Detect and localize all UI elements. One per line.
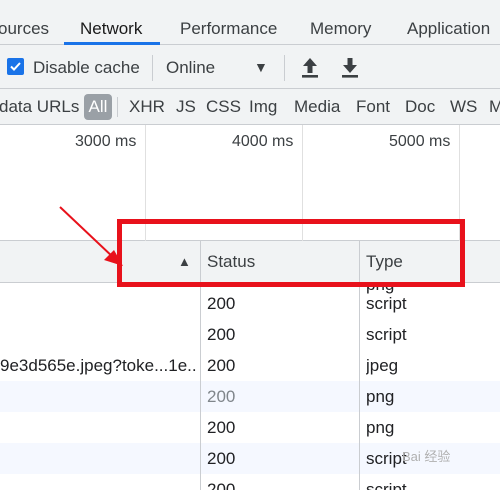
watermark-text: Bai 经验 (402, 449, 451, 464)
annotation-highlight-box (117, 219, 465, 287)
